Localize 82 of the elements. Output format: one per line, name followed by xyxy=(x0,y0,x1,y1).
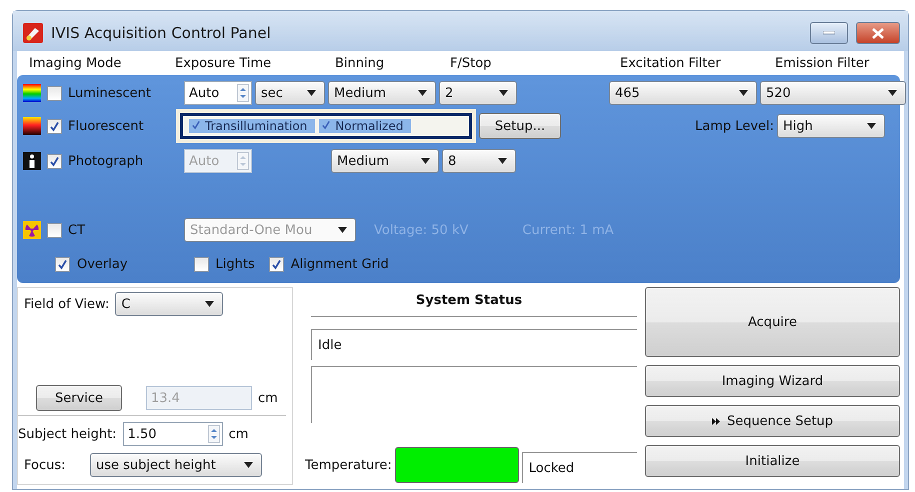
mode-label: Luminescent xyxy=(68,86,152,100)
checkbox[interactable] xyxy=(47,86,62,100)
checkbox[interactable] xyxy=(47,118,62,134)
caret-icon xyxy=(498,158,507,164)
checkmark-icon xyxy=(57,258,68,270)
fstop-dropdown[interactable]: 2 xyxy=(439,81,517,105)
unit-label: cm xyxy=(228,426,248,442)
caret-icon xyxy=(338,227,347,233)
checkmark-icon xyxy=(49,156,60,166)
lamp-level-label: Lamp Level: xyxy=(695,118,774,134)
checkbox[interactable] xyxy=(194,256,209,272)
status-field: Idle xyxy=(311,329,637,360)
mode-label: CT xyxy=(68,222,86,238)
caret-icon xyxy=(888,90,897,96)
status-title: System Status xyxy=(416,293,522,308)
checkbox[interactable] xyxy=(268,256,284,272)
mode-label: Photograph xyxy=(68,154,144,168)
exposure-field[interactable]: Auto xyxy=(184,81,252,105)
spectrum-icon xyxy=(23,84,41,102)
checkmark-icon xyxy=(49,120,60,132)
unit-label: cm xyxy=(258,390,278,406)
window-title: IVIS Acquisition Control Panel xyxy=(51,24,272,42)
caret-icon xyxy=(418,90,427,96)
mode-label: Fluorescent xyxy=(68,118,144,134)
excitation-dropdown[interactable]: 465 xyxy=(609,81,757,105)
option-toggle[interactable]: Transillumination xyxy=(189,119,316,133)
spinner-arrows-icon[interactable] xyxy=(237,84,249,102)
checkmark-icon xyxy=(321,120,332,130)
voltage-label: Voltage: 50 kV xyxy=(374,222,468,238)
caret-icon xyxy=(421,158,430,164)
subject-height-field[interactable]: 1.50 xyxy=(122,422,223,446)
lock-status-field: Locked xyxy=(522,452,637,483)
caret-icon xyxy=(867,123,876,129)
app-icon xyxy=(23,23,43,43)
current-label: Current: 1 mA xyxy=(522,222,614,238)
field-label: Focus: xyxy=(24,458,67,472)
field-label: Subject height: xyxy=(18,426,117,442)
caret-icon xyxy=(205,301,214,307)
caret-icon xyxy=(307,90,316,96)
action-button[interactable]: Initialize xyxy=(645,445,900,477)
minimize-icon xyxy=(823,31,835,35)
checkmark-icon xyxy=(191,120,201,130)
option-label: Alignment Grid xyxy=(290,256,389,272)
column-header: F/Stop xyxy=(450,56,492,70)
action-button[interactable]: Sequence Setup xyxy=(645,405,900,437)
setup-button[interactable]: Setup... xyxy=(479,113,561,139)
column-header: Binning xyxy=(335,56,384,70)
temperature-label: Temperature: xyxy=(305,458,392,472)
column-header: Emission Filter xyxy=(775,56,870,70)
field-label: Field of View: xyxy=(24,296,110,312)
column-header: Excitation Filter xyxy=(620,56,721,70)
option-toggle[interactable]: Normalized xyxy=(319,119,412,133)
caret-icon xyxy=(739,90,748,96)
radiation-icon xyxy=(23,221,41,239)
spinner-arrows-icon[interactable] xyxy=(208,425,220,443)
checkmark-icon xyxy=(270,258,282,270)
figure-icon xyxy=(23,152,41,170)
caret-icon xyxy=(499,90,508,96)
close-icon xyxy=(872,28,884,38)
fast-forward-icon xyxy=(712,418,721,424)
action-button[interactable]: Acquire xyxy=(645,287,900,357)
column-header: Exposure Time xyxy=(175,56,272,70)
action-button[interactable]: Imaging Wizard xyxy=(645,365,900,397)
column-header: Imaging Mode xyxy=(29,56,122,70)
service-button[interactable]: Service xyxy=(36,385,122,411)
unit-dropdown[interactable]: sec xyxy=(255,81,325,105)
minimize-button[interactable] xyxy=(810,22,848,44)
heat-gradient-icon xyxy=(23,117,41,135)
option-label: Overlay xyxy=(77,256,128,272)
binning-dropdown[interactable]: Medium xyxy=(328,81,436,105)
option-label: Lights xyxy=(216,256,255,272)
field-of-view-dropdown[interactable]: C xyxy=(115,292,224,316)
focus-dropdown[interactable]: use subject height xyxy=(90,453,262,477)
emission-dropdown[interactable]: 520 xyxy=(760,81,906,105)
binning-dropdown[interactable]: Medium xyxy=(331,149,439,173)
checkbox[interactable] xyxy=(47,154,62,168)
checkbox[interactable] xyxy=(55,256,70,272)
caret-icon xyxy=(244,462,253,468)
close-button[interactable] xyxy=(856,22,900,44)
distance-field: 13.4 xyxy=(146,386,252,410)
lamp-level-dropdown[interactable]: High xyxy=(777,114,885,138)
fstop-dropdown[interactable]: 8 xyxy=(442,149,516,173)
